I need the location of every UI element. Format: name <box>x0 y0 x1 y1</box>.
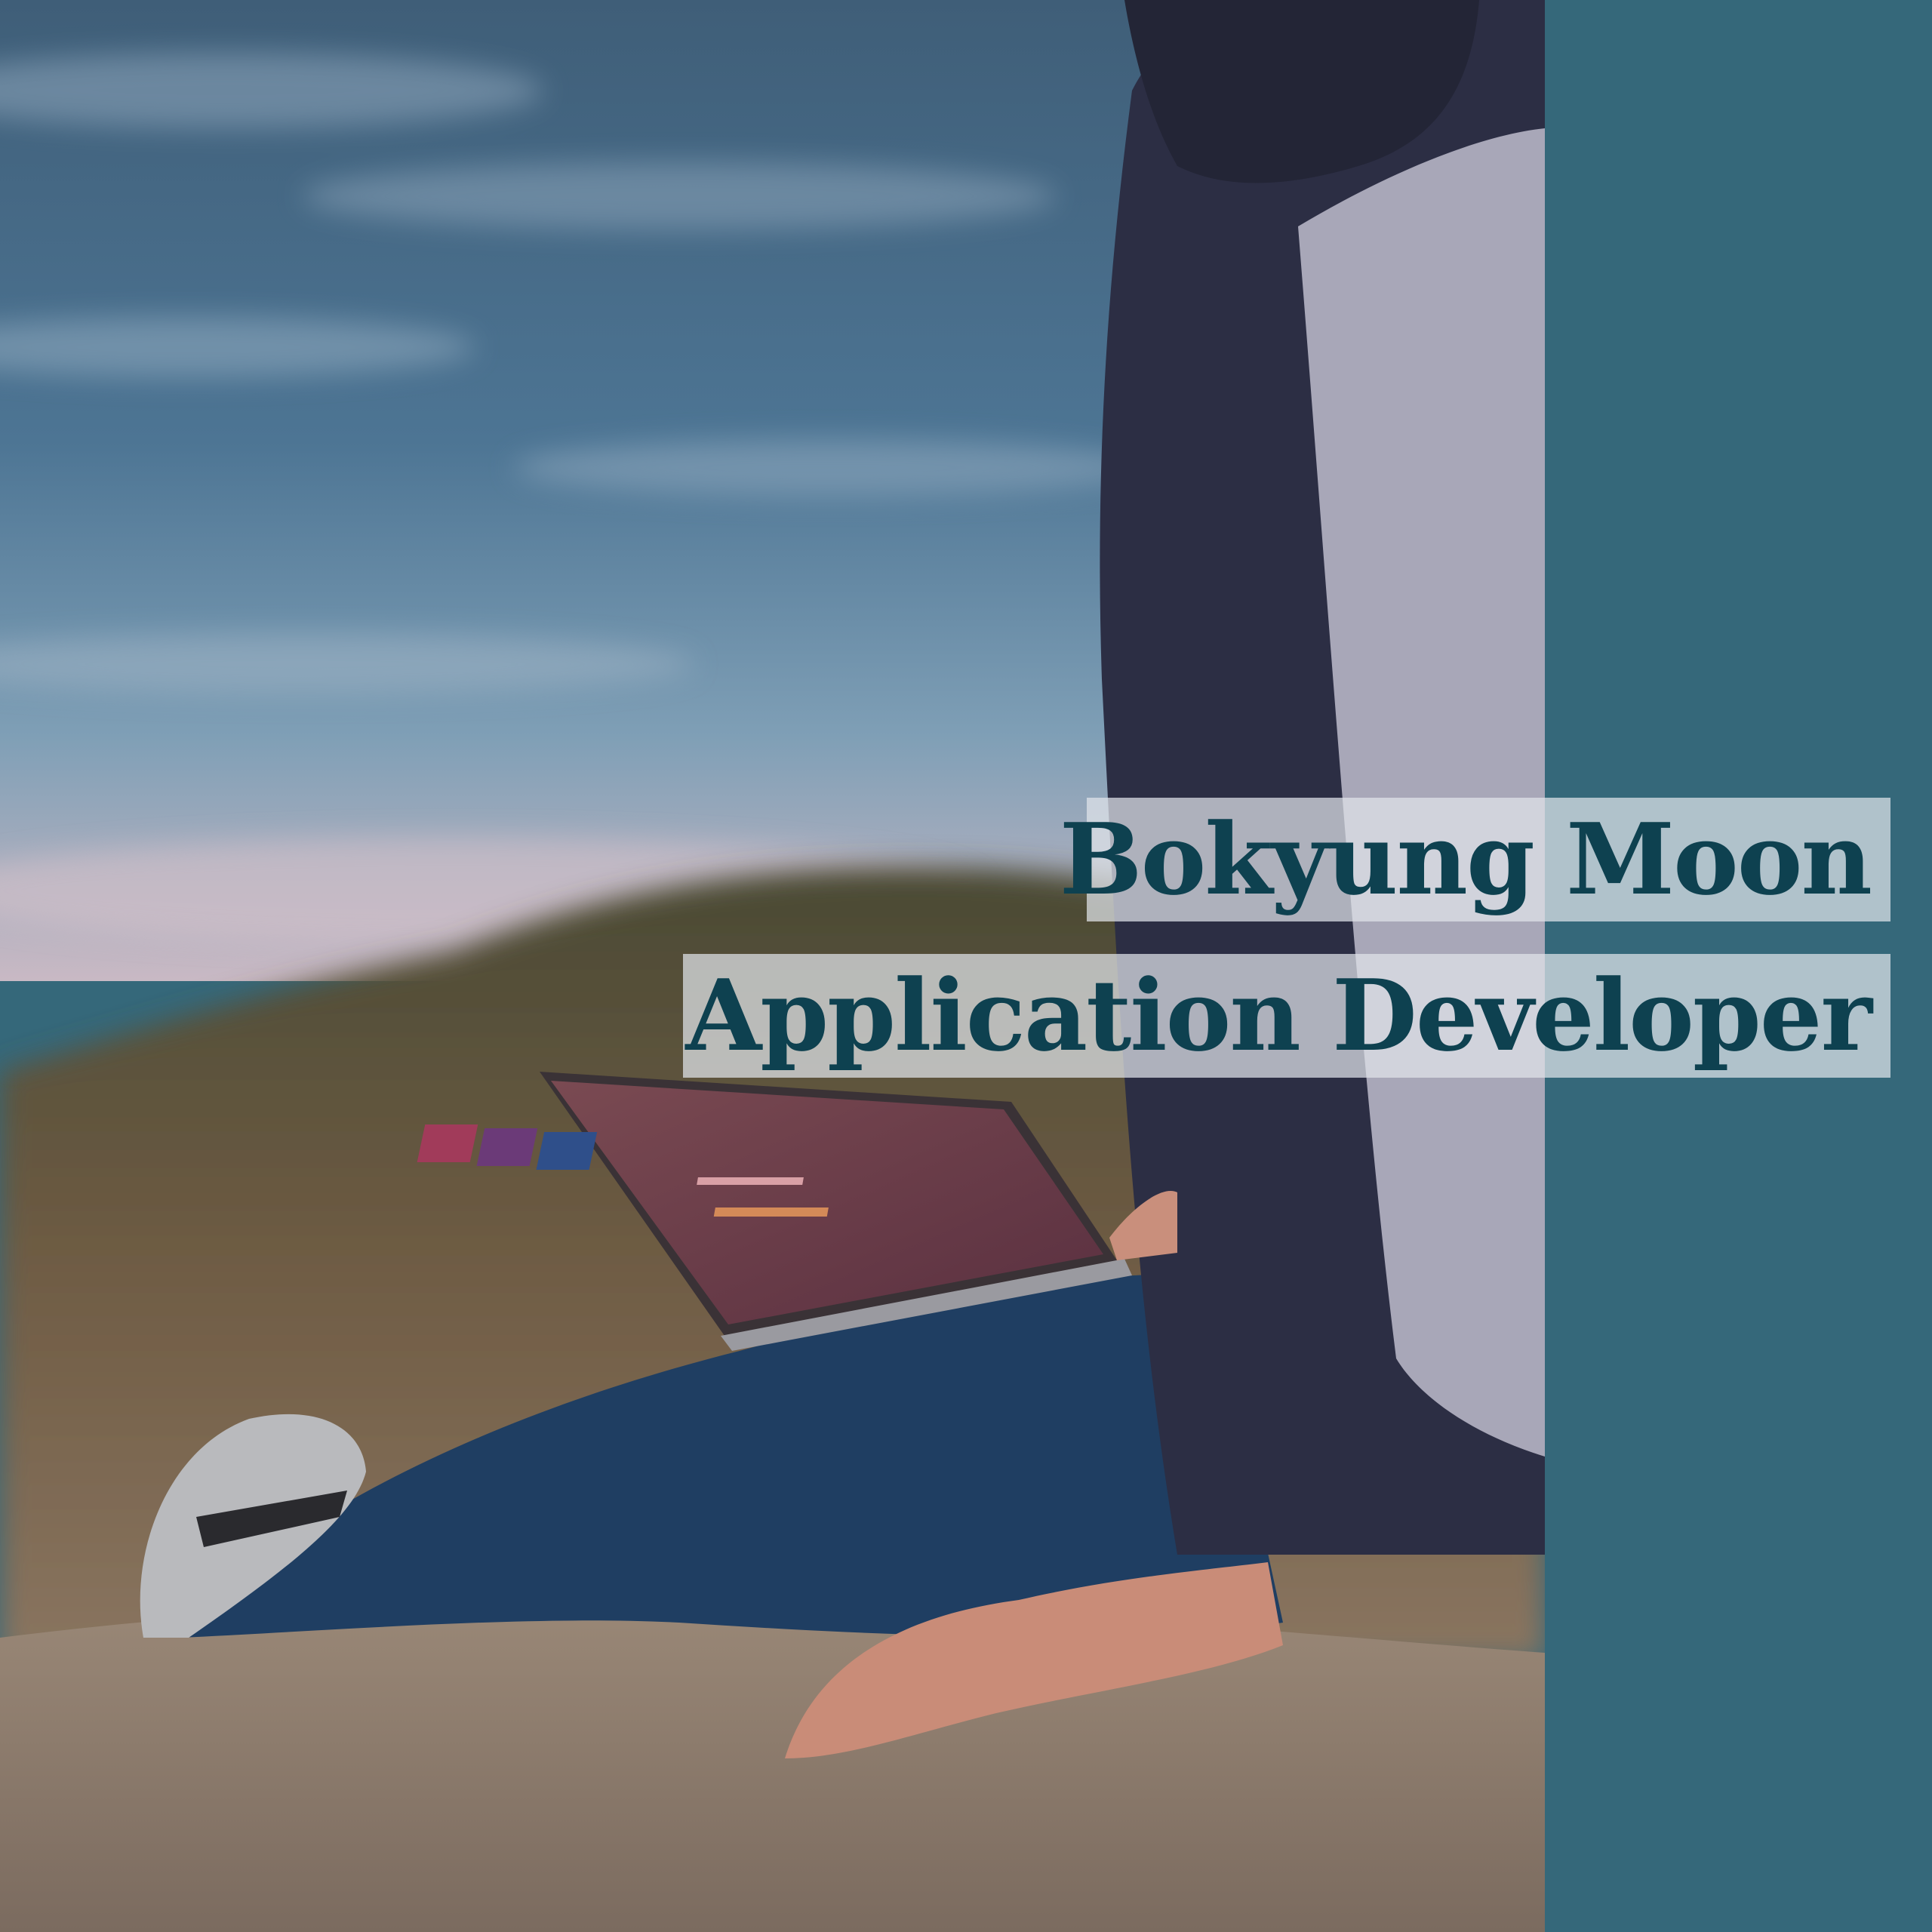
name-title: Bokyung Moon <box>1060 798 1890 921</box>
name-text: Bokyung Moon <box>1059 801 1872 917</box>
rock-ledge <box>0 1598 1545 1932</box>
role-title: Application Developer <box>683 954 1890 1078</box>
profile-card: Bokyung Moon Application Developer <box>0 0 1932 1932</box>
role-text: Application Developer <box>685 958 1872 1073</box>
